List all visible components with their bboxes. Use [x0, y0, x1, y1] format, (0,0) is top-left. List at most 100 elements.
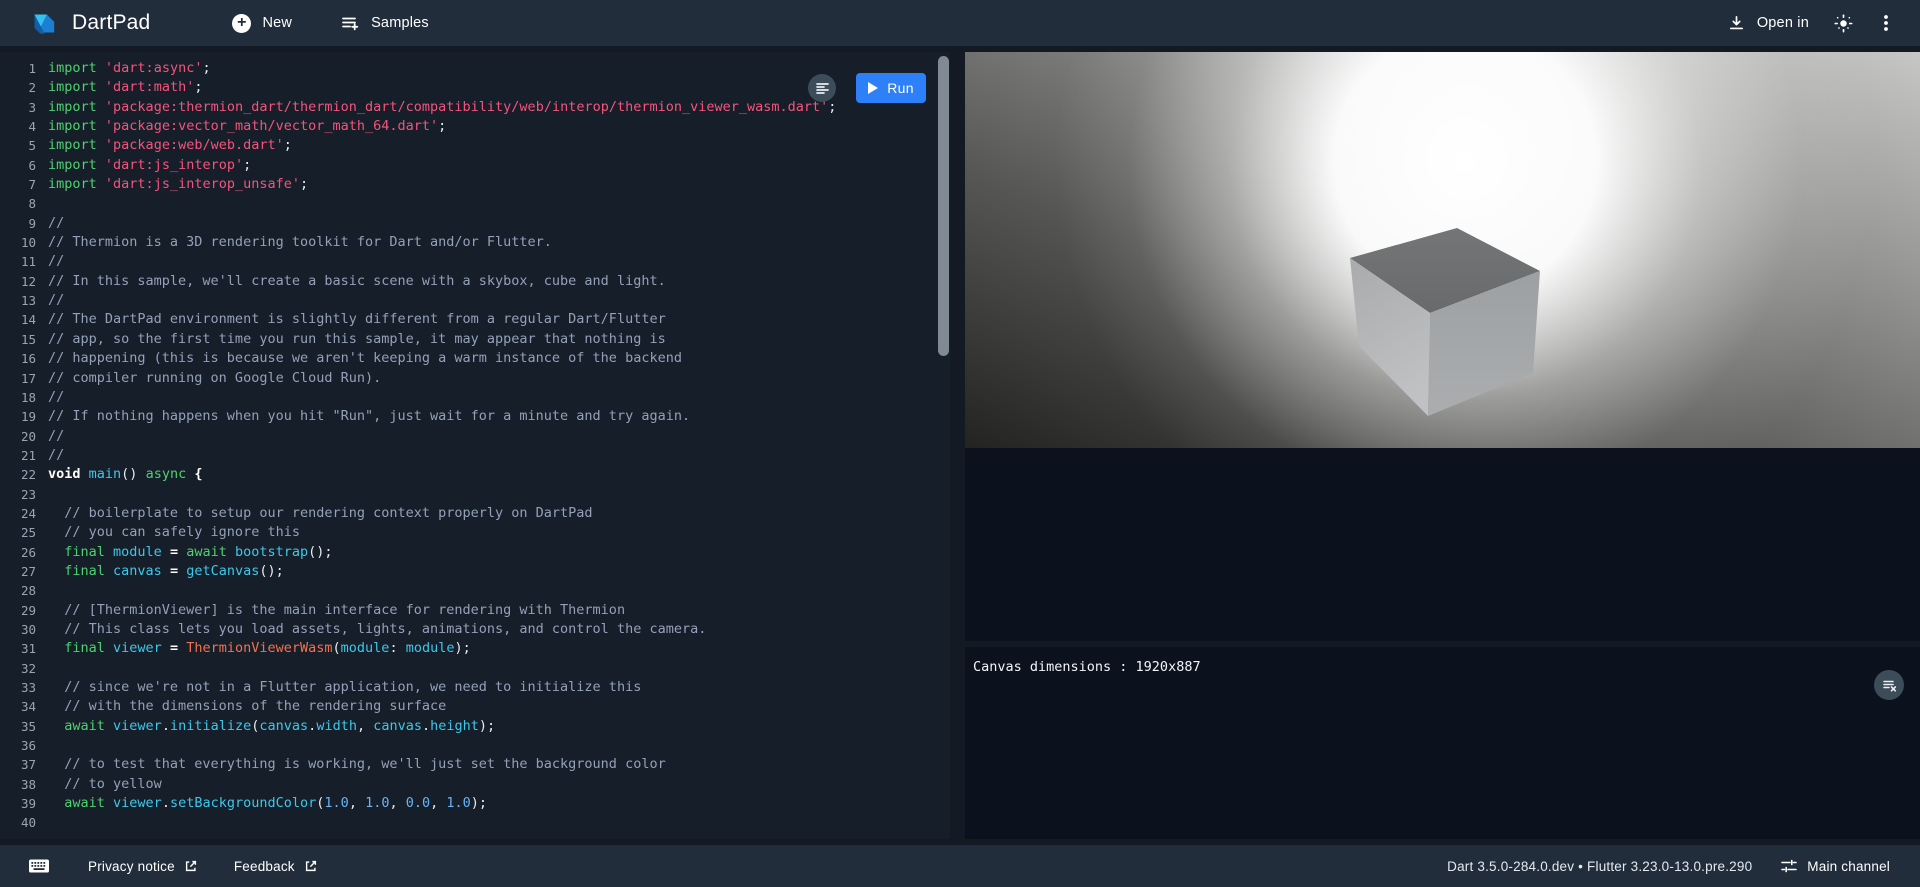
- line-number: 36: [0, 736, 36, 755]
- code-line[interactable]: // The DartPad environment is slightly d…: [48, 310, 836, 329]
- code-line[interactable]: //: [48, 291, 836, 310]
- code-line[interactable]: // compiler running on Google Cloud Run)…: [48, 369, 836, 388]
- code-line[interactable]: import 'dart:math';: [48, 78, 836, 97]
- code-line[interactable]: // This class lets you load assets, ligh…: [48, 620, 836, 639]
- code-line[interactable]: final canvas = getCanvas();: [48, 562, 836, 581]
- code-line[interactable]: //: [48, 252, 836, 271]
- line-number: 1: [0, 59, 36, 78]
- footer-left: Privacy notice Feedback: [26, 856, 318, 876]
- code-line[interactable]: import 'package:vector_math/vector_math_…: [48, 117, 836, 136]
- code-line[interactable]: // with the dimensions of the rendering …: [48, 697, 836, 716]
- line-number: 17: [0, 369, 36, 388]
- dart-logo-icon: [30, 10, 57, 37]
- line-number: 21: [0, 446, 36, 465]
- line-number: 11: [0, 252, 36, 271]
- new-button-label: New: [262, 15, 292, 31]
- code-line[interactable]: [48, 736, 836, 755]
- dartpad-app: DartPad + New Samples: [0, 0, 1920, 887]
- format-code-icon: [815, 81, 830, 96]
- line-number: 20: [0, 427, 36, 446]
- line-number: 18: [0, 388, 36, 407]
- code-line[interactable]: //: [48, 214, 836, 233]
- brightness-toggle-button[interactable]: [1825, 5, 1862, 42]
- render-output-panel: [965, 52, 1920, 641]
- external-link-icon: [304, 859, 318, 873]
- code-line[interactable]: [48, 813, 836, 832]
- footer-right: Dart 3.5.0-284.0.dev • Flutter 3.23.0-13…: [1447, 857, 1890, 875]
- code-line[interactable]: [48, 581, 836, 600]
- line-number: 28: [0, 581, 36, 600]
- code-line[interactable]: final viewer = ThermionViewerWasm(module…: [48, 639, 836, 658]
- code-line[interactable]: //: [48, 388, 836, 407]
- code-line[interactable]: // app, so the first time you run this s…: [48, 330, 836, 349]
- overflow-menu-button[interactable]: [1868, 5, 1904, 41]
- code-line[interactable]: import 'dart:js_interop';: [48, 156, 836, 175]
- header-left: DartPad + New Samples: [30, 7, 439, 39]
- code-line[interactable]: // Thermion is a 3D rendering toolkit fo…: [48, 233, 836, 252]
- code-line[interactable]: // to test that everything is working, w…: [48, 755, 836, 774]
- code-line[interactable]: import 'dart:async';: [48, 59, 836, 78]
- line-number: 19: [0, 407, 36, 426]
- line-number: 23: [0, 485, 36, 504]
- code-line[interactable]: // happening (this is because we aren't …: [48, 349, 836, 368]
- privacy-notice-link[interactable]: Privacy notice: [88, 859, 198, 874]
- line-number: 40: [0, 813, 36, 832]
- samples-button[interactable]: Samples: [330, 7, 439, 39]
- code-line[interactable]: //: [48, 446, 836, 465]
- keyboard-shortcuts-button[interactable]: [26, 856, 52, 876]
- line-number: 15: [0, 330, 36, 349]
- kebab-menu-icon: [1876, 13, 1896, 33]
- code-line[interactable]: // since we're not in a Flutter applicat…: [48, 678, 836, 697]
- feedback-link[interactable]: Feedback: [234, 859, 318, 874]
- header: DartPad + New Samples: [0, 0, 1920, 46]
- line-number: 25: [0, 523, 36, 542]
- line-number: 34: [0, 697, 36, 716]
- open-in-button[interactable]: Open in: [1717, 8, 1819, 39]
- line-number: 7: [0, 175, 36, 194]
- run-button-label: Run: [887, 80, 914, 96]
- output-column: Canvas dimensions : 1920x887: [965, 52, 1920, 839]
- line-number: 8: [0, 194, 36, 213]
- console-output: Canvas dimensions : 1920x887: [973, 658, 1920, 678]
- code-line[interactable]: //: [48, 427, 836, 446]
- line-number: 24: [0, 504, 36, 523]
- editor-code[interactable]: import 'dart:async';import 'dart:math';i…: [36, 59, 836, 839]
- code-editor-pane: 1234567891011121314151617181920212223242…: [0, 52, 950, 839]
- line-number: 2: [0, 78, 36, 97]
- clear-console-button[interactable]: [1874, 670, 1904, 700]
- code-line[interactable]: // [ThermionViewer] is the main interfac…: [48, 601, 836, 620]
- code-line[interactable]: await viewer.initialize(canvas.width, ca…: [48, 717, 836, 736]
- code-line[interactable]: [48, 485, 836, 504]
- code-line[interactable]: // If nothing happens when you hit "Run"…: [48, 407, 836, 426]
- code-line[interactable]: [48, 659, 836, 678]
- app-title: DartPad: [72, 11, 150, 35]
- code-line[interactable]: [48, 194, 836, 213]
- code-line[interactable]: final module = await bootstrap();: [48, 543, 836, 562]
- channel-selector-button[interactable]: Main channel: [1780, 857, 1890, 875]
- code-line[interactable]: import 'package:web/web.dart';: [48, 136, 836, 155]
- code-line[interactable]: // In this sample, we'll create a basic …: [48, 272, 836, 291]
- code-line[interactable]: void main() async {: [48, 465, 836, 484]
- new-button[interactable]: + New: [222, 8, 302, 39]
- line-number: 31: [0, 639, 36, 658]
- run-button[interactable]: Run: [856, 73, 926, 103]
- line-number: 22: [0, 465, 36, 484]
- code-line[interactable]: import 'package:thermion_dart/thermion_d…: [48, 98, 836, 117]
- line-number: 13: [0, 291, 36, 310]
- format-button[interactable]: [808, 74, 836, 102]
- line-number: 35: [0, 717, 36, 736]
- code-line[interactable]: // you can safely ignore this: [48, 523, 836, 542]
- line-number: 38: [0, 775, 36, 794]
- code-line[interactable]: // boilerplate to setup our rendering co…: [48, 504, 836, 523]
- code-line[interactable]: // to yellow: [48, 775, 836, 794]
- line-number: 14: [0, 310, 36, 329]
- code-line[interactable]: await viewer.setBackgroundColor(1.0, 1.0…: [48, 794, 836, 813]
- editor-scrollbar[interactable]: [938, 56, 949, 356]
- line-number: 37: [0, 755, 36, 774]
- line-number: 6: [0, 156, 36, 175]
- download-icon: [1727, 14, 1746, 33]
- line-number: 9: [0, 214, 36, 233]
- play-icon: [868, 82, 878, 94]
- keyboard-icon: [28, 858, 50, 874]
- code-line[interactable]: import 'dart:js_interop_unsafe';: [48, 175, 836, 194]
